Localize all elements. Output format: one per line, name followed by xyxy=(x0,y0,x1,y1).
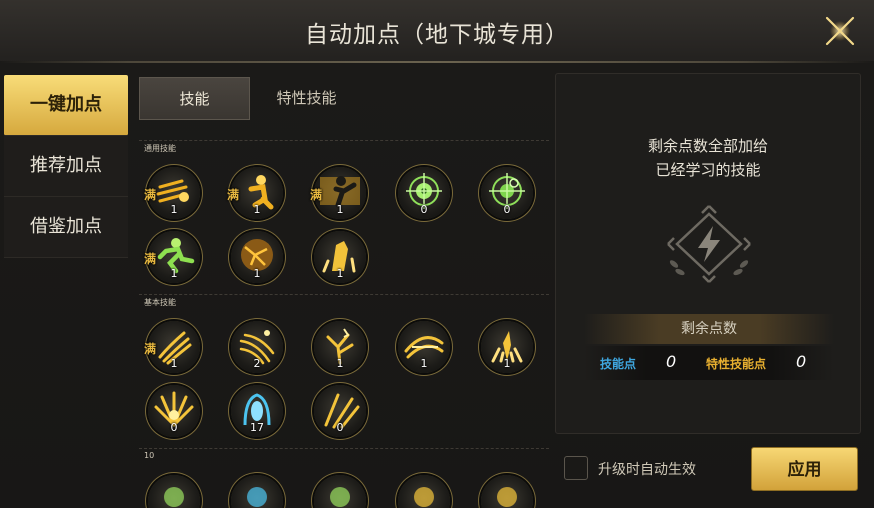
skill-basic-7[interactable]: 17 xyxy=(231,385,283,437)
auto-skill-window: 自动加点（地下城专用） 一键加点 推荐加点 借鉴加点 技能 特性技能 通用技能 … xyxy=(0,0,874,508)
skill-basic-6[interactable]: 0 xyxy=(148,385,200,437)
trait-points-label: 特性技能点 xyxy=(706,357,767,371)
skill-level: 1 xyxy=(336,203,344,216)
close-icon xyxy=(825,16,855,46)
sidebar-item-borrow[interactable]: 借鉴加点 xyxy=(4,197,128,258)
lightning-emblem-icon xyxy=(667,205,751,283)
skill-lv10-1[interactable] xyxy=(148,475,200,508)
gold-skill-icon xyxy=(497,487,517,507)
skill-level: 1 xyxy=(253,267,261,280)
title-bar: 自动加点（地下城专用） xyxy=(0,0,874,62)
skill-level: 1 xyxy=(170,203,178,216)
skill-points-value: 0 xyxy=(666,352,677,371)
green-skill-icon xyxy=(164,487,184,507)
max-badge: 满 xyxy=(227,188,240,202)
skill-common-6[interactable]: 满 1 xyxy=(144,231,200,283)
skill-lv10-4[interactable] xyxy=(398,475,450,508)
skill-level: 0 xyxy=(336,421,344,434)
auto-apply-checkbox[interactable] xyxy=(564,456,588,480)
skill-basic-8[interactable]: 0 xyxy=(314,385,366,437)
skill-list[interactable]: 通用技能 满 1 满 1 满 1 0 0 满 1 1 1 基本技能 满 1 2 … xyxy=(139,131,549,508)
section-title-common: 通用技能 xyxy=(144,144,176,153)
skill-common-5[interactable]: 0 xyxy=(481,167,533,219)
skill-basic-1[interactable]: 满 1 xyxy=(144,321,200,373)
sidebar: 一键加点 推荐加点 借鉴加点 xyxy=(4,75,128,258)
window-title: 自动加点（地下城专用） xyxy=(305,22,569,48)
description-line-2: 已经学习的技能 xyxy=(655,161,761,179)
skill-common-4[interactable]: 0 xyxy=(398,167,450,219)
skill-points-label: 技能点 xyxy=(600,357,637,371)
max-badge: 满 xyxy=(144,342,157,356)
auto-apply-label: 升级时自动生效 xyxy=(598,462,696,478)
skill-level: 1 xyxy=(170,357,178,370)
max-badge: 满 xyxy=(310,188,323,202)
skill-level: 1 xyxy=(170,267,178,280)
tab-skills[interactable]: 技能 xyxy=(139,77,250,120)
max-badge: 满 xyxy=(144,188,157,202)
skill-common-1[interactable]: 满 1 xyxy=(144,167,200,219)
title-divider xyxy=(0,61,874,63)
skill-common-7[interactable]: 1 xyxy=(231,231,283,283)
sidebar-item-one-click[interactable]: 一键加点 xyxy=(4,75,128,136)
blue-skill-icon xyxy=(247,487,267,507)
sidebar-item-recommended[interactable]: 推荐加点 xyxy=(4,136,128,197)
section-title-lv10: 10 xyxy=(144,451,155,460)
max-badge: 满 xyxy=(144,252,157,266)
section-divider xyxy=(139,140,549,142)
section-title-basic: 基本技能 xyxy=(144,298,176,307)
section-divider xyxy=(139,448,549,450)
skill-basic-5[interactable]: 1 xyxy=(481,321,533,373)
info-description: 剩余点数全部加给 已经学习的技能 xyxy=(556,134,860,182)
green-skill-icon xyxy=(330,487,350,507)
skill-level: 1 xyxy=(336,267,344,280)
skill-level: 0 xyxy=(503,203,511,216)
info-panel: 剩余点数全部加给 已经学习的技能 剩余点数 技能点 0 特性技能点 0 xyxy=(555,73,861,434)
skill-level: 1 xyxy=(336,357,344,370)
skill-level: 0 xyxy=(170,421,178,434)
tab-trait-skills[interactable]: 特性技能 xyxy=(254,77,359,120)
close-button[interactable] xyxy=(818,12,862,50)
skill-level: 2 xyxy=(253,357,261,370)
sidebar-item-label: 推荐加点 xyxy=(30,155,102,176)
skill-level: 1 xyxy=(503,357,511,370)
skill-lv10-5[interactable] xyxy=(481,475,533,508)
skill-lv10-3[interactable] xyxy=(314,475,366,508)
points-row: 技能点 0 特性技能点 0 xyxy=(584,346,834,380)
gold-skill-icon xyxy=(414,487,434,507)
remaining-points-title: 剩余点数 xyxy=(584,314,834,344)
skill-common-8[interactable]: 1 xyxy=(314,231,366,283)
skill-level: 1 xyxy=(253,203,261,216)
sidebar-item-label: 一键加点 xyxy=(30,94,102,115)
skill-level: 1 xyxy=(420,357,428,370)
skill-common-3[interactable]: 满 1 xyxy=(310,167,366,219)
section-divider xyxy=(139,294,549,296)
skill-level: 17 xyxy=(250,421,264,434)
apply-button[interactable]: 应用 xyxy=(751,447,858,491)
trait-points-value: 0 xyxy=(796,352,807,371)
skill-level: 0 xyxy=(420,203,428,216)
skill-basic-2[interactable]: 2 xyxy=(231,321,283,373)
skill-lv10-2[interactable] xyxy=(231,475,283,508)
description-line-1: 剩余点数全部加给 xyxy=(647,137,768,155)
sidebar-item-label: 借鉴加点 xyxy=(30,216,102,237)
skill-common-2[interactable]: 满 1 xyxy=(227,167,283,219)
skill-basic-3[interactable]: 1 xyxy=(314,321,366,373)
skill-basic-4[interactable]: 1 xyxy=(398,321,450,373)
